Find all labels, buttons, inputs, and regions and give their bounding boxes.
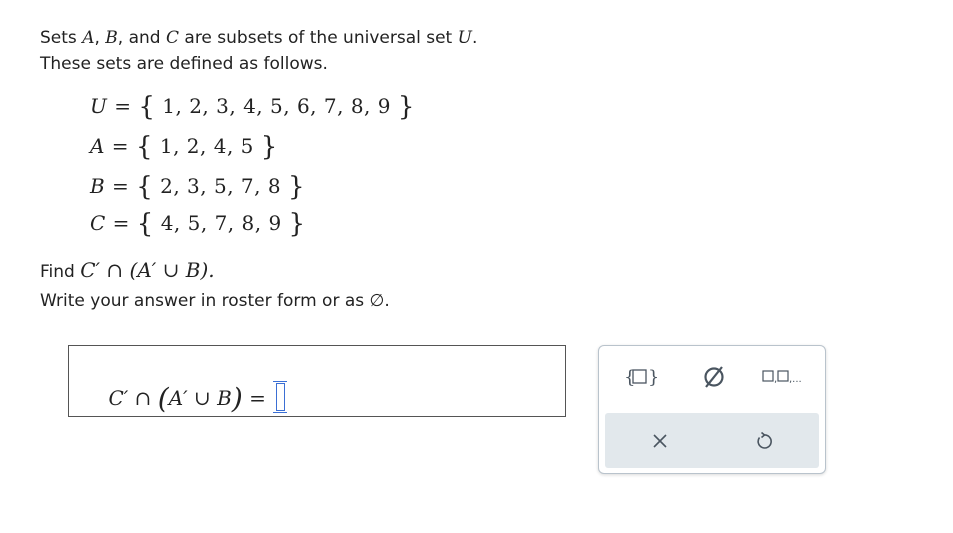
intro-text-part: , and — [117, 28, 166, 48]
undo-button[interactable] — [739, 421, 789, 461]
question-find: Find C′ ∩ (A′ ∪ B). — [40, 258, 215, 282]
insert-set-braces-button[interactable]: { } — [615, 360, 665, 394]
set-elements: 2, 3, 5, 7, 8 — [160, 174, 282, 198]
equals-sign: = — [242, 386, 273, 410]
insert-empty-set-button[interactable] — [689, 360, 739, 394]
set-elements: 1, 2, 4, 5 — [159, 134, 254, 158]
question-instruction: Write your answer in roster form or as ∅… — [40, 291, 390, 311]
insert-list-elements-button[interactable]: , ,... — [759, 360, 813, 394]
svg-text:,: , — [774, 374, 777, 385]
question-expression: C′ ∩ (A′ ∪ B). — [80, 258, 215, 282]
set-name: A — [90, 134, 105, 158]
svg-text:}: } — [648, 367, 657, 388]
set-definition-a: A = { 1, 2, 4, 5 } — [90, 132, 278, 162]
math-palette: { } , ,... — [598, 345, 826, 474]
set-definition-c: C = { 4, 5, 7, 8, 9 } — [90, 209, 306, 239]
set-name: B — [90, 174, 106, 198]
empty-set-icon — [704, 366, 724, 388]
undo-icon — [757, 431, 772, 449]
set-b-symbol: B — [105, 28, 118, 48]
empty-set-symbol: ∅ — [369, 291, 385, 311]
close-icon — [653, 434, 667, 448]
answer-lhs: C′ ∩ — [108, 386, 158, 410]
set-elements: 1, 2, 3, 4, 5, 6, 7, 8, 9 — [162, 94, 391, 118]
set-a-symbol: A — [82, 28, 95, 48]
answer-input-box[interactable]: C′ ∩ (A′ ∪ B) = — [68, 345, 566, 417]
intro-text-part: are subsets of the universal set — [179, 28, 458, 48]
set-definition-u: U = { 1, 2, 3, 4, 5, 6, 7, 8, 9 } — [90, 92, 415, 122]
intro-subtext: These sets are defined as follows. — [40, 54, 328, 74]
answer-expression: C′ ∩ (A′ ∪ B) = — [83, 358, 288, 439]
instruction-text: Write your answer in roster form or as — [40, 291, 370, 311]
left-paren: ( — [157, 382, 169, 415]
instruction-end: . — [384, 291, 390, 311]
set-elements: 4, 5, 7, 8, 9 — [160, 211, 282, 235]
right-paren: ) — [231, 382, 243, 415]
intro-text-part: . — [471, 28, 478, 48]
intro-text-part: Sets — [40, 28, 83, 48]
set-braces-icon: { } — [624, 367, 657, 388]
set-definition-b: B = { 2, 3, 5, 7, 8 } — [90, 172, 305, 202]
set-name: C — [90, 211, 106, 235]
answer-inner: A′ ∪ B — [168, 386, 232, 410]
list-elements-icon: , ,... — [762, 370, 802, 385]
intro-text-part: , — [94, 28, 106, 48]
set-u-symbol: U — [457, 28, 472, 48]
set-c-symbol: C — [165, 28, 179, 48]
palette-action-row — [605, 413, 819, 468]
answer-input-slot[interactable] — [273, 381, 288, 413]
svg-text:,...: ,... — [789, 374, 802, 385]
find-label: Find — [40, 262, 81, 282]
set-name: U — [90, 94, 108, 118]
intro-text: Sets A, B, and C are subsets of the univ… — [40, 28, 477, 48]
clear-button[interactable] — [635, 421, 685, 461]
